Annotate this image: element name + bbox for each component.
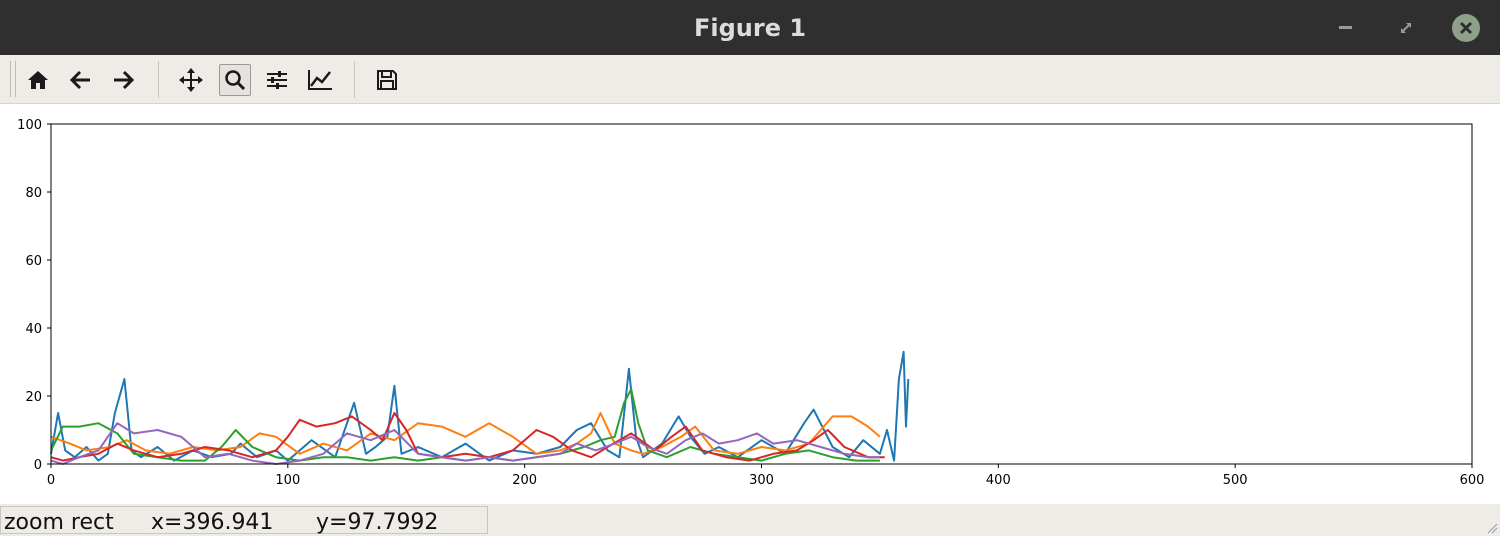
toolbar-separator xyxy=(354,61,355,98)
figure-canvas[interactable]: 0 100 200 300 400 500 600 0 20 40 60 80 100 xyxy=(0,104,1500,504)
arrow-left-icon xyxy=(69,70,90,90)
toolbar-grip[interactable] xyxy=(10,61,16,97)
magnifier-icon xyxy=(225,70,246,91)
title-bar: Figure 1 xyxy=(0,0,1500,55)
back-button[interactable] xyxy=(65,64,97,96)
x-tick-label: 200 xyxy=(512,473,537,488)
line-chart[interactable]: 0 100 200 300 400 500 600 0 20 40 60 80 100 xyxy=(0,104,1500,504)
axes-area xyxy=(51,124,1472,464)
forward-button[interactable] xyxy=(107,64,139,96)
y-tick-label: 40 xyxy=(25,322,42,337)
arrow-right-icon xyxy=(114,70,135,90)
window-title: Figure 1 xyxy=(693,14,807,42)
close-button[interactable] xyxy=(1452,14,1480,42)
close-icon xyxy=(1459,21,1473,35)
maximize-button[interactable] xyxy=(1392,14,1420,42)
y-tick-label: 0 xyxy=(34,458,42,473)
status-x-readout: x=396.941 xyxy=(151,510,274,535)
sliders-icon xyxy=(267,71,287,89)
y-tick-label: 80 xyxy=(25,186,42,201)
minimize-icon xyxy=(1339,26,1352,29)
toolbar-separator xyxy=(158,61,159,98)
navigation-toolbar xyxy=(0,55,1500,104)
x-tick-label: 400 xyxy=(986,473,1011,488)
x-tick-label: 0 xyxy=(47,473,55,488)
line-chart-icon xyxy=(308,70,332,90)
save-button[interactable] xyxy=(371,64,403,96)
x-tick-label: 100 xyxy=(275,473,300,488)
x-tick-label: 300 xyxy=(749,473,774,488)
maximize-icon xyxy=(1401,23,1411,33)
pan-button[interactable] xyxy=(175,64,207,96)
resize-grip-icon[interactable] xyxy=(1486,522,1498,534)
status-mode: zoom rect xyxy=(4,510,114,535)
status-y-readout: y=97.7992 xyxy=(316,510,439,535)
home-button[interactable] xyxy=(22,64,54,96)
status-message-box: zoom rect x=396.941 y=97.7992 xyxy=(0,506,488,535)
minimize-button[interactable] xyxy=(1332,14,1360,42)
y-tick-label: 60 xyxy=(25,254,42,269)
y-tick-label: 100 xyxy=(17,118,42,133)
edit-axes-button[interactable] xyxy=(304,64,336,96)
x-tick-label: 500 xyxy=(1223,473,1248,488)
configure-subplots-button[interactable] xyxy=(261,64,293,96)
y-tick-label: 20 xyxy=(25,390,42,405)
home-icon xyxy=(28,71,48,89)
floppy-disk-icon xyxy=(377,70,397,90)
status-bar: zoom rect x=396.941 y=97.7992 xyxy=(0,504,1500,536)
move-icon xyxy=(179,68,203,92)
x-tick-label: 600 xyxy=(1460,473,1485,488)
zoom-button[interactable] xyxy=(219,64,251,96)
